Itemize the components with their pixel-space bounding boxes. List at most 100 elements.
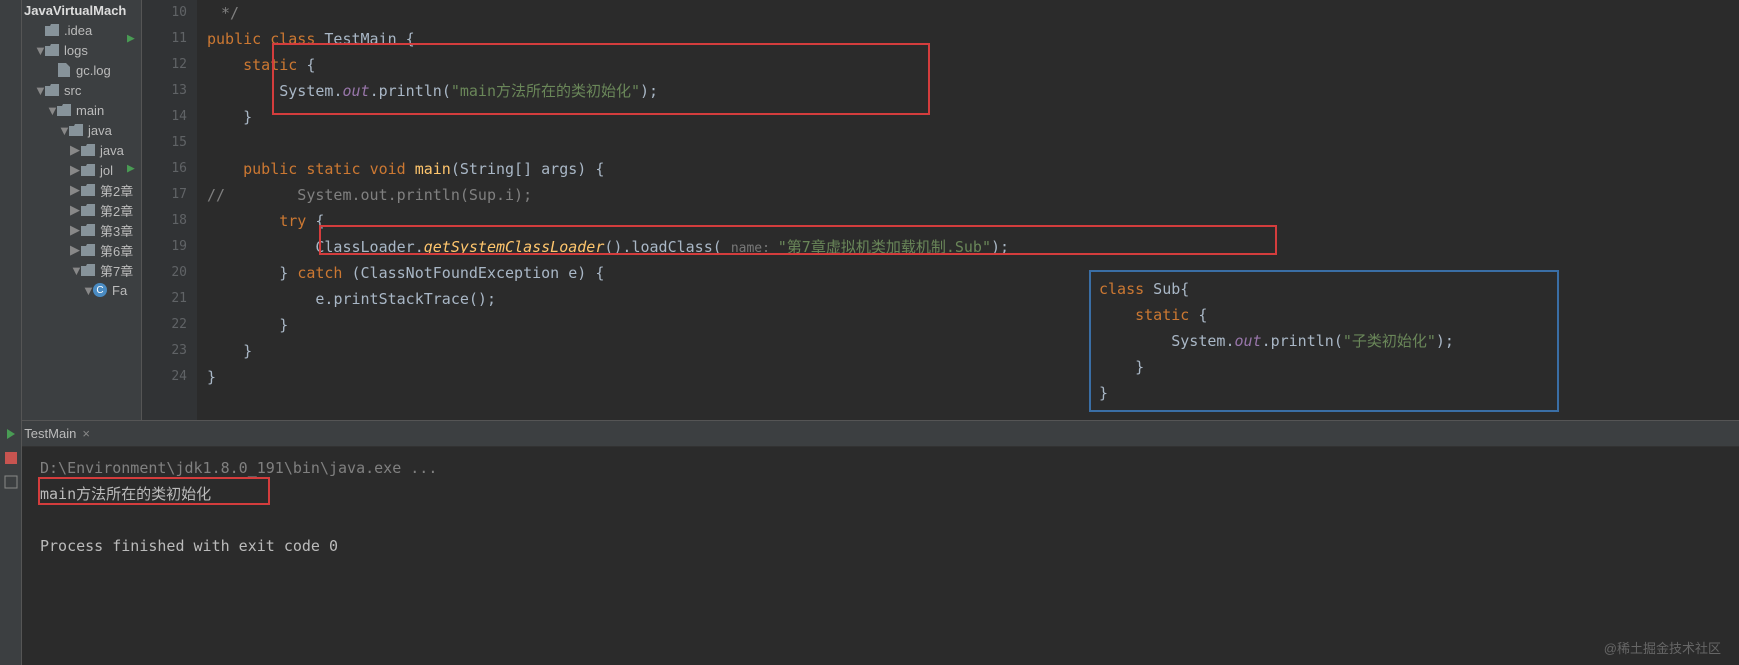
tree-label: src	[64, 83, 81, 98]
folder-icon	[56, 102, 72, 118]
code-line-14: }	[207, 104, 1739, 130]
run-tab-bar[interactable]: ▣ TestMain ×	[0, 421, 1739, 447]
tree-label: 第7章	[100, 261, 133, 280]
folder-icon	[68, 122, 84, 138]
run-gutter-icon[interactable]: ▶	[127, 26, 135, 52]
tree-arrow-icon[interactable]: ▼	[34, 43, 44, 58]
tree-arrow-icon[interactable]: ▼	[34, 83, 44, 98]
code-line-12: static {	[207, 52, 1739, 78]
line-number[interactable]: 21	[142, 286, 187, 312]
console-line-1: main方法所在的类初始化	[40, 481, 1721, 507]
tree-label: gc.log	[76, 63, 111, 78]
tree-label: 第2章	[100, 201, 133, 220]
code-line-17: // System.out.println(Sup.i);	[207, 182, 1739, 208]
folder-icon	[80, 202, 96, 218]
tree-arrow-icon[interactable]: ▶	[70, 162, 80, 178]
tree-item[interactable]: ▶ 第2章	[22, 200, 141, 220]
folder-icon	[80, 162, 96, 178]
project-tree[interactable]: JavaVirtualMach .idea ▼ logs gc.log ▼ src ▼ mai…	[22, 0, 142, 420]
console-blank	[40, 507, 1721, 533]
line-number[interactable]: 23	[142, 338, 187, 364]
tree-label: 第2章	[100, 181, 133, 200]
close-icon[interactable]: ×	[82, 426, 90, 441]
line-number[interactable]: 16▶	[142, 156, 187, 182]
line-number[interactable]: 18	[142, 208, 187, 234]
overlay-code-popup: class Sub{ static { System.out.println("…	[1089, 270, 1559, 412]
tree-item[interactable]: ▶ jol	[22, 160, 141, 180]
tree-arrow-icon[interactable]: ▼	[46, 103, 56, 118]
layout-button[interactable]	[1, 472, 21, 492]
line-number[interactable]: 14	[142, 104, 187, 130]
tree-item[interactable]: ▼ 第7章	[22, 260, 141, 280]
tree-label: .idea	[64, 23, 92, 38]
line-number[interactable]: 22	[142, 312, 187, 338]
tree-item[interactable]: ▼ java	[22, 120, 141, 140]
line-number[interactable]: 12	[142, 52, 187, 78]
code-line-18: try {	[207, 208, 1739, 234]
code-line-13: System.out.println("main方法所在的类初始化");	[207, 78, 1739, 104]
folder-icon	[44, 22, 60, 38]
rerun-button[interactable]	[1, 424, 21, 444]
folder-icon	[44, 82, 60, 98]
folder-icon	[80, 262, 96, 278]
tree-label: jol	[100, 163, 113, 178]
tree-arrow-icon[interactable]: ▶	[70, 242, 80, 258]
tree-item[interactable]: ▶ 第6章	[22, 240, 141, 260]
project-root[interactable]: JavaVirtualMach	[22, 0, 141, 20]
tree-label: 第3章	[100, 221, 133, 240]
line-number[interactable]: 20	[142, 260, 187, 286]
tree-arrow-icon[interactable]: ▶	[70, 182, 80, 198]
tree-item[interactable]: gc.log	[22, 60, 141, 80]
console-output[interactable]: D:\Environment\jdk1.8.0_191\bin\java.exe…	[22, 447, 1739, 567]
code-line-15	[207, 130, 1739, 156]
line-number[interactable]: 15	[142, 130, 187, 156]
code-line-16: public static void main(String[] args) {	[207, 156, 1739, 182]
tree-item[interactable]: ▼C Fa	[22, 280, 141, 300]
tree-item[interactable]: ▼ logs	[22, 40, 141, 60]
run-panel: ▣ TestMain × D:\Environment\jdk1.8.0_191…	[0, 420, 1739, 567]
file-icon	[56, 62, 72, 78]
tree-arrow-icon[interactable]: ▶	[70, 202, 80, 218]
run-tab-label: TestMain	[24, 426, 76, 441]
folder-icon	[80, 242, 96, 258]
code-line-11: public class TestMain {	[207, 26, 1739, 52]
tree-label: java	[100, 143, 124, 158]
tree-item[interactable]: ▶ 第2章	[22, 180, 141, 200]
line-number[interactable]: 13	[142, 78, 187, 104]
console-command: D:\Environment\jdk1.8.0_191\bin\java.exe…	[40, 455, 1721, 481]
line-gutter: 1011▶1213141516▶1718192021222324	[142, 0, 197, 420]
code-line-10: */	[207, 4, 239, 22]
class-icon: C	[92, 282, 108, 298]
tree-label: 第6章	[100, 241, 133, 260]
line-number[interactable]: 19	[142, 234, 187, 260]
tree-item[interactable]: ▶ 第3章	[22, 220, 141, 240]
line-number[interactable]: 11▶	[142, 26, 187, 52]
tree-label: java	[88, 123, 112, 138]
tree-arrow-icon[interactable]: ▼	[70, 263, 80, 278]
line-number[interactable]: 17	[142, 182, 187, 208]
tree-arrow-icon[interactable]: ▶	[70, 142, 80, 158]
left-tool-gutter	[0, 0, 22, 420]
line-number[interactable]: 10	[142, 0, 187, 26]
tree-label: logs	[64, 43, 88, 58]
code-line-19: ClassLoader.getSystemClassLoader().loadC…	[207, 234, 1739, 260]
tree-item[interactable]: ▼ main	[22, 100, 141, 120]
folder-icon	[80, 142, 96, 158]
tree-arrow-icon[interactable]: ▼	[82, 283, 92, 298]
console-exit: Process finished with exit code 0	[40, 533, 1721, 559]
run-tool-column	[0, 420, 22, 665]
tree-item[interactable]: ▼ src	[22, 80, 141, 100]
folder-icon	[44, 42, 60, 58]
folder-icon	[80, 222, 96, 238]
tree-item[interactable]: .idea	[22, 20, 141, 40]
line-number[interactable]: 24	[142, 364, 187, 390]
tree-arrow-icon[interactable]: ▼	[58, 123, 68, 138]
run-gutter-icon[interactable]: ▶	[127, 156, 135, 182]
folder-icon	[80, 182, 96, 198]
watermark: @稀土掘金技术社区	[1604, 638, 1721, 657]
tree-label: main	[76, 103, 104, 118]
tree-label: Fa	[112, 283, 127, 298]
stop-button[interactable]	[1, 448, 21, 468]
tree-arrow-icon[interactable]: ▶	[70, 222, 80, 238]
tree-item[interactable]: ▶ java	[22, 140, 141, 160]
